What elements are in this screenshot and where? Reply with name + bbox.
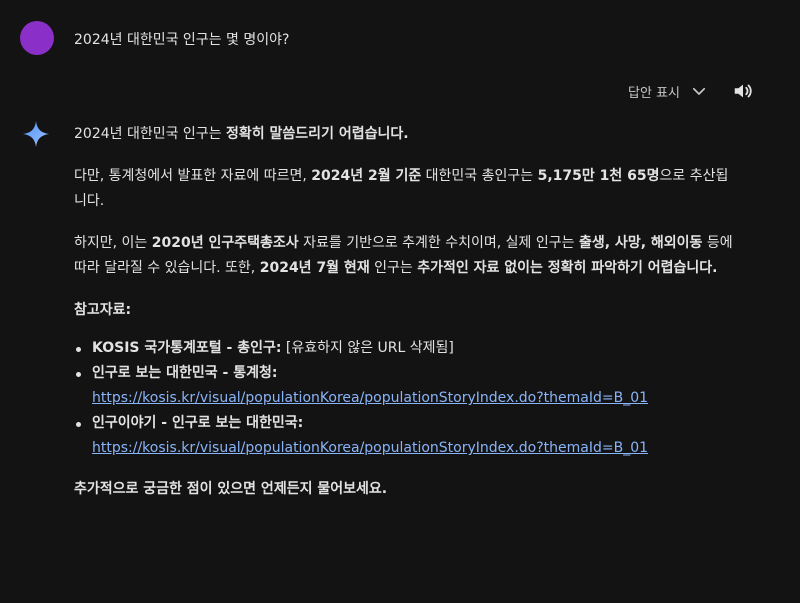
reference-item: 인구로 보는 대한민국 - 통계청: https://kosis.kr/visu… <box>74 361 734 411</box>
show-drafts-label: 답안 표시 <box>628 85 680 101</box>
gemini-sparkle-icon <box>23 121 49 147</box>
reference-item: KOSIS 국가통계포털 - 총인구: [유효하지 않은 URL 삭제됨] <box>74 336 734 361</box>
p3-text-c: 자료를 기반으로 추계한 수치이며, 실제 인구는 <box>298 235 579 251</box>
p1-text: 2024년 대한민국 인구는 <box>74 126 227 142</box>
assistant-response: 2024년 대한민국 인구는 정확히 말씀드리기 어렵습니다. 다만, 통계청에… <box>74 122 734 519</box>
p2-text-c: 대한민국 총인구는 <box>421 168 538 184</box>
response-paragraph-2: 다만, 통계청에서 발표한 자료에 따르면, 2024년 2월 기준 대한민국 … <box>74 164 734 214</box>
reference-title: 인구이야기 - 인구로 보는 대한민국: <box>92 415 304 431</box>
references-list: KOSIS 국가통계포털 - 총인구: [유효하지 않은 URL 삭제됨] 인구… <box>74 336 734 461</box>
p3-text-a: 하지만, 이는 <box>74 235 152 251</box>
p3-emphasis: 추가적인 자료 없이는 정확히 파악하기 어렵습니다. <box>417 260 718 276</box>
closing-text: 추가적으로 궁금한 점이 있으면 언제든지 물어보세요. <box>74 481 388 497</box>
p3-text-g: 인구는 <box>369 260 418 276</box>
response-paragraph-3: 하지만, 이는 2020년 인구주택총조사 자료를 기반으로 추계한 수치이며,… <box>74 231 734 281</box>
references-heading: 참고자료: <box>74 302 132 318</box>
user-message-row <box>20 20 54 56</box>
p2-population: 5,175만 1천 65명 <box>537 168 660 184</box>
reference-link[interactable]: https://kosis.kr/visual/populationKorea/… <box>92 436 734 461</box>
p3-factors: 출생, 사망, 해외이동 <box>578 235 703 251</box>
reference-title: 인구로 보는 대한민국 - 통계청: <box>92 365 278 381</box>
show-drafts-button[interactable]: 답안 표시 <box>628 82 708 101</box>
reference-item: 인구이야기 - 인구로 보는 대한민국: https://kosis.kr/vi… <box>74 411 734 461</box>
response-toolbar: 답안 표시 <box>628 80 754 102</box>
speaker-icon[interactable] <box>732 80 754 102</box>
user-message-text: 2024년 대한민국 인구는 몇 명이야? <box>74 32 290 48</box>
chevron-down-icon <box>692 87 706 95</box>
reference-title: KOSIS 국가통계포털 - 총인구: <box>92 340 282 356</box>
p3-census: 2020년 인구주택총조사 <box>151 235 299 251</box>
reference-note: [유효하지 않은 URL 삭제됨] <box>281 340 454 356</box>
response-paragraph-1: 2024년 대한민국 인구는 정확히 말씀드리기 어렵습니다. <box>74 122 734 147</box>
user-avatar[interactable] <box>20 21 54 55</box>
p1-emphasis: 정확히 말씀드리기 어렵습니다. <box>226 126 409 142</box>
reference-link[interactable]: https://kosis.kr/visual/populationKorea/… <box>92 386 734 411</box>
p2-date: 2024년 2월 기준 <box>311 168 422 184</box>
p3-date: 2024년 7월 현재 <box>259 260 370 276</box>
p2-text-a: 다만, 통계청에서 발표한 자료에 따르면, <box>74 168 312 184</box>
